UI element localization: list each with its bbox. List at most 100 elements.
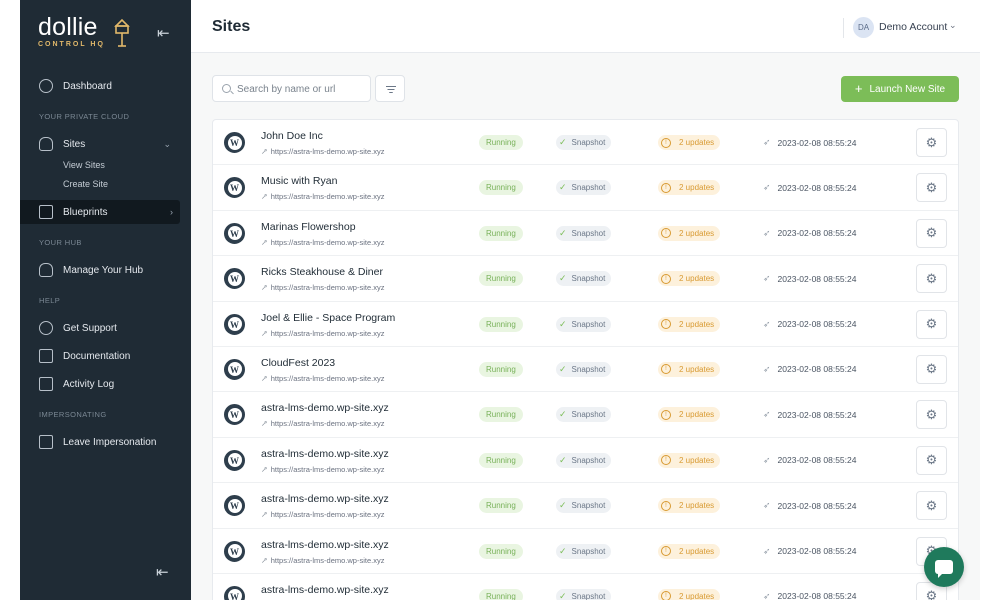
sidebar-item-label: Sites [63, 138, 86, 150]
table-row[interactable]: astra-lms-demo.wp-site.xyz ⊸ https://ast… [213, 483, 958, 529]
site-name[interactable]: Joel & Ellie - Space Program [261, 312, 395, 324]
site-url-link[interactable]: ⊸ https://astra-lms-demo.wp-site.xyz [259, 464, 385, 475]
updates-badge[interactable]: ! 2 updates [658, 543, 721, 559]
site-settings-button[interactable]: ⚙ [916, 400, 947, 430]
site-url-link[interactable]: ⊸ https://astra-lms-demo.wp-site.xyz [259, 237, 385, 248]
site-name[interactable]: astra-lms-demo.wp-site.xyz [261, 402, 389, 414]
status-badge: Running [479, 225, 523, 241]
sidebar-item-manage-hub[interactable]: Manage Your Hub [20, 258, 191, 282]
site-name[interactable]: Marinas Flowershop [261, 221, 356, 233]
avatar[interactable]: DA [853, 17, 874, 38]
site-url-link[interactable]: ⊸ https://astra-lms-demo.wp-site.xyz [259, 328, 385, 339]
site-settings-button[interactable]: ⚙ [916, 354, 947, 384]
table-row[interactable]: Joel & Ellie - Space Program ⊸ https://a… [213, 302, 958, 347]
sidebar-item-sites[interactable]: Sites ⌄ [20, 132, 191, 156]
site-name[interactable]: astra-lms-demo.wp-site.xyz [261, 493, 389, 505]
table-row[interactable]: astra-lms-demo.wp-site.xyz ⊸ https://ast… [213, 392, 958, 438]
table-row[interactable]: astra-lms-demo.wp-site.xyz ⊸ https://ast… [213, 574, 958, 600]
account-menu-button[interactable]: Demo Account [879, 21, 947, 33]
deploy-date: ➶ 2023-02-08 08:55:24 [763, 182, 856, 193]
snapshot-badge: ✓ Snapshot [556, 588, 612, 600]
site-settings-button[interactable]: ⚙ [916, 309, 947, 339]
chat-button[interactable] [924, 547, 964, 587]
site-name[interactable]: CloudFest 2023 [261, 357, 335, 369]
updates-badge[interactable]: ! 2 updates [658, 135, 721, 150]
updates-badge[interactable]: ! 2 updates [658, 588, 721, 600]
date-label: 2023-02-08 08:55:24 [777, 409, 857, 420]
collapse-sidebar-icon[interactable]: ⇤ [157, 24, 175, 42]
wordpress-icon [224, 222, 245, 244]
plus-icon: + [854, 81, 863, 96]
chevron-down-icon[interactable]: ⌄ [949, 20, 957, 31]
logo-text: dollie [38, 13, 98, 41]
sidebar-subitem-create-site[interactable]: Create Site [63, 179, 108, 189]
status-badge: Running [479, 452, 523, 468]
sidebar-item-dashboard[interactable]: Dashboard [20, 74, 191, 98]
snapshot-label: Snapshot [571, 319, 606, 329]
check-icon: ✓ [559, 500, 567, 511]
site-url-link[interactable]: ⊸ https://astra-lms-demo.wp-site.xyz [259, 509, 385, 520]
lamp-logo-icon [114, 18, 130, 47]
site-settings-button[interactable]: ⚙ [916, 264, 947, 294]
site-url-link[interactable]: ⊸ https://astra-lms-demo.wp-site.xyz [259, 146, 385, 157]
search-input[interactable] [237, 81, 365, 97]
updates-badge[interactable]: ! 2 updates [658, 498, 721, 514]
updates-badge[interactable]: ! 2 updates [658, 361, 721, 377]
gear-icon: ⚙ [925, 361, 938, 377]
updates-badge[interactable]: ! 2 updates [658, 316, 721, 332]
wordpress-icon [224, 177, 245, 199]
site-name[interactable]: Ricks Steakhouse & Diner [261, 266, 383, 278]
updates-badge[interactable]: ! 2 updates [658, 225, 721, 241]
deploy-date: ➶ 2023-02-08 08:55:24 [763, 228, 856, 239]
table-row[interactable]: John Doe Inc ⊸ https://astra-lms-demo.wp… [213, 120, 958, 166]
logo[interactable]: dollie CONTROL HQ [38, 13, 130, 54]
updates-badge[interactable]: ! 2 updates [658, 407, 721, 423]
sidebar-item-documentation[interactable]: Documentation [20, 344, 191, 368]
sidebar-item-activity-log[interactable]: Activity Log [20, 372, 191, 396]
site-url-link[interactable]: ⊸ https://astra-lms-demo.wp-site.xyz [259, 191, 385, 202]
sidebar-item-get-support[interactable]: Get Support [20, 316, 191, 340]
site-name[interactable]: astra-lms-demo.wp-site.xyz [261, 584, 389, 596]
updates-badge[interactable]: ! 2 updates [658, 452, 721, 468]
site-settings-button[interactable]: ⚙ [916, 128, 947, 157]
table-row[interactable]: CloudFest 2023 ⊸ https://astra-lms-demo.… [213, 347, 958, 393]
site-name[interactable]: Music with Ryan [261, 175, 337, 187]
sidebar-item-leave-impersonation[interactable]: Leave Impersonation [20, 430, 191, 454]
site-url-link[interactable]: ⊸ https://astra-lms-demo.wp-site.xyz [258, 372, 385, 385]
table-row[interactable]: Marinas Flowershop ⊸ https://astra-lms-d… [213, 211, 958, 257]
check-icon: ✓ [559, 590, 567, 600]
site-settings-button[interactable]: ⚙ [916, 173, 947, 203]
site-url: https://astra-lms-demo.wp-site.xyz [270, 419, 385, 429]
table-row[interactable]: astra-lms-demo.wp-site.xyz ⊸ https://ast… [213, 438, 958, 484]
check-icon: ✓ [559, 409, 567, 420]
site-url-link[interactable]: ⊸ https://astra-lms-demo.wp-site.xyz [259, 554, 385, 565]
header-divider [843, 18, 844, 38]
site-settings-button[interactable]: ⚙ [916, 491, 947, 521]
sidebar-subitem-view-sites[interactable]: View Sites [63, 160, 105, 170]
section-label-impersonating: IMPERSONATING [39, 410, 107, 419]
table-row[interactable]: Music with Ryan ⊸ https://astra-lms-demo… [213, 165, 958, 211]
gear-icon: ⚙ [925, 225, 938, 241]
collapse-sidebar-icon[interactable]: ⇤ [156, 563, 169, 581]
site-settings-button[interactable]: ⚙ [916, 218, 947, 248]
site-url-link[interactable]: ⊸ https://astra-lms-demo.wp-site.xyz [259, 282, 385, 293]
site-name[interactable]: astra-lms-demo.wp-site.xyz [261, 539, 389, 551]
wordpress-icon [224, 404, 245, 426]
site-url-link[interactable]: ⊸ https://astra-lms-demo.wp-site.xyz [259, 418, 385, 429]
updates-badge[interactable]: ! 2 updates [658, 180, 721, 196]
launch-new-site-button[interactable]: + Launch New Site [841, 76, 959, 102]
link-icon: ⊸ [258, 372, 270, 385]
table-row[interactable]: astra-lms-demo.wp-site.xyz ⊸ https://ast… [213, 529, 958, 574]
site-name[interactable]: astra-lms-demo.wp-site.xyz [261, 448, 389, 460]
snapshot-badge: ✓ Snapshot [556, 361, 612, 377]
rocket-icon: ➶ [763, 318, 771, 329]
site-name[interactable]: John Doe Inc [261, 130, 323, 142]
filter-button[interactable] [375, 75, 405, 102]
updates-badge[interactable]: ! 2 updates [658, 271, 721, 287]
snapshot-label: Snapshot [571, 274, 606, 284]
check-icon: ✓ [559, 273, 567, 284]
sidebar-item-blueprints[interactable]: Blueprints › [20, 200, 191, 224]
gear-icon: ⚙ [925, 316, 938, 332]
table-row[interactable]: Ricks Steakhouse & Diner ⊸ https://astra… [213, 256, 958, 302]
site-settings-button[interactable]: ⚙ [916, 445, 947, 475]
